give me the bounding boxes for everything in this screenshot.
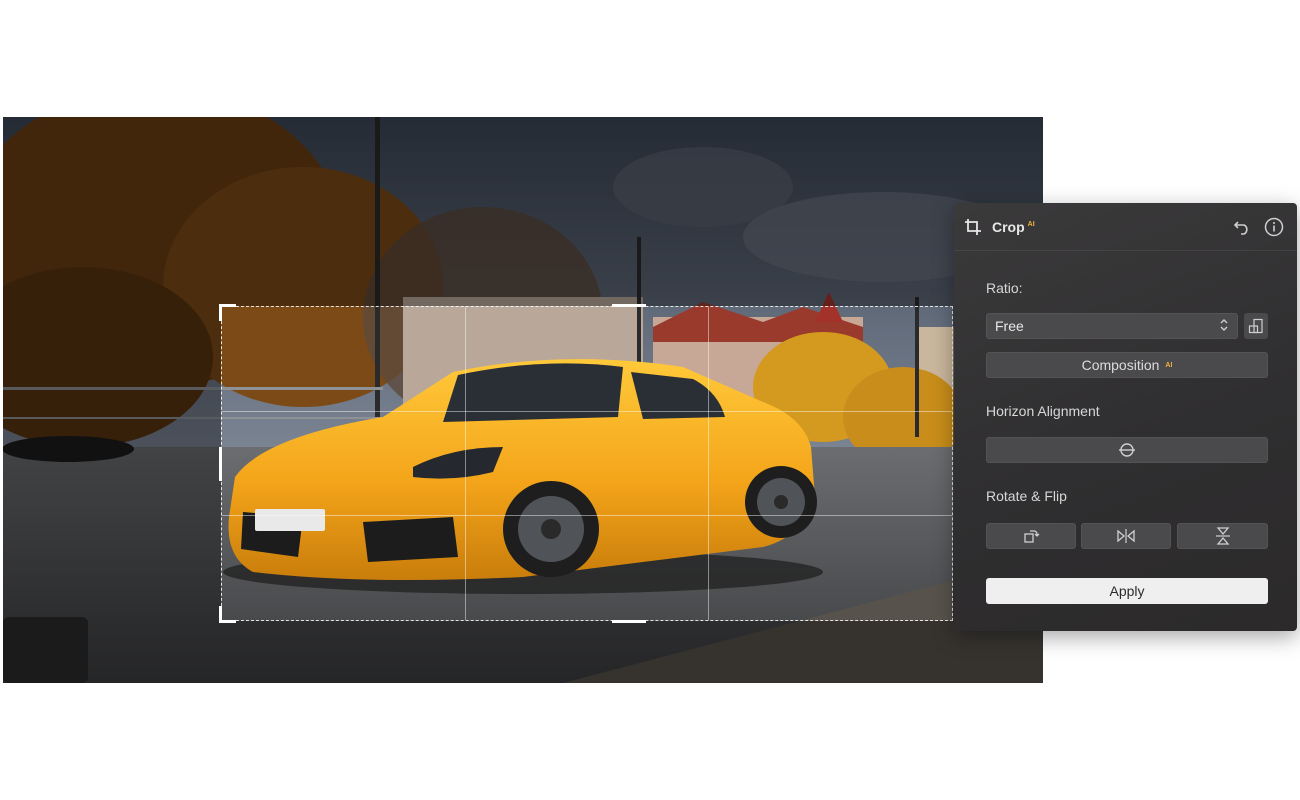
crop-icon bbox=[964, 218, 982, 236]
crop-handle-top-left[interactable] bbox=[219, 304, 236, 321]
crop-mask-left bbox=[3, 306, 221, 621]
crop-panel-header: Crop AI bbox=[954, 203, 1297, 251]
rotate-button[interactable] bbox=[986, 523, 1076, 549]
rotate-icon bbox=[1024, 530, 1040, 543]
composition-label: Composition bbox=[1081, 357, 1160, 373]
orientation-swap-icon bbox=[1248, 318, 1263, 334]
crop-frame[interactable] bbox=[219, 304, 953, 623]
info-icon bbox=[1264, 217, 1284, 236]
undo-icon bbox=[1233, 220, 1248, 235]
horizon-alignment-label: Horizon Alignment bbox=[986, 403, 1100, 419]
flip-vertical-button[interactable] bbox=[1177, 523, 1268, 549]
info-button[interactable] bbox=[1263, 216, 1285, 238]
crop-handle-top[interactable] bbox=[612, 304, 646, 307]
ai-badge: AI bbox=[1027, 220, 1035, 228]
crop-mask-bottom bbox=[3, 621, 1043, 683]
crop-grid-line bbox=[222, 411, 952, 413]
flip-vertical-icon bbox=[1215, 527, 1230, 545]
crop-mask-top bbox=[3, 117, 1043, 306]
horizon-align-button[interactable] bbox=[986, 437, 1268, 463]
composition-button[interactable]: Composition AI bbox=[986, 352, 1268, 378]
crop-handle-bottom[interactable] bbox=[612, 620, 646, 623]
crop-panel: Crop AI Ratio: Free Composition AI Horizon… bbox=[954, 203, 1297, 631]
crop-grid-line bbox=[708, 307, 710, 620]
crop-grid-line bbox=[465, 307, 467, 620]
orientation-swap-button[interactable] bbox=[1244, 313, 1268, 339]
horizon-level-icon bbox=[1119, 443, 1135, 457]
ai-badge: AI bbox=[1165, 361, 1173, 369]
crop-grid-line bbox=[222, 515, 952, 517]
chevron-up-down-icon bbox=[1219, 318, 1229, 335]
ratio-select[interactable]: Free bbox=[986, 313, 1238, 339]
ratio-value: Free bbox=[995, 318, 1024, 334]
flip-horizontal-button[interactable] bbox=[1081, 523, 1171, 549]
panel-title: Crop AI bbox=[992, 218, 1035, 235]
rotate-flip-label: Rotate & Flip bbox=[986, 488, 1067, 504]
ratio-label: Ratio: bbox=[986, 280, 1023, 296]
crop-handle-left[interactable] bbox=[219, 447, 222, 481]
crop-handle-bottom-left[interactable] bbox=[219, 606, 236, 623]
photo-canvas[interactable] bbox=[3, 117, 1043, 683]
apply-button[interactable]: Apply bbox=[986, 578, 1268, 604]
undo-button[interactable] bbox=[1231, 216, 1253, 238]
flip-horizontal-icon bbox=[1117, 529, 1135, 543]
